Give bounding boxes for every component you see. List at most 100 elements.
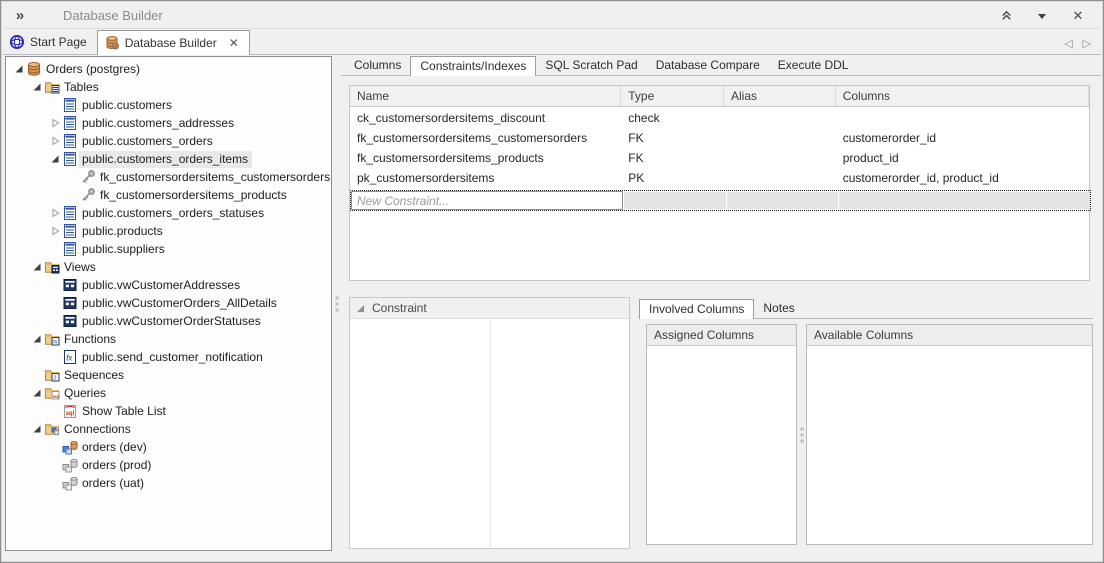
tree-item[interactable]: public.customers_orders [6, 132, 331, 150]
tree-item[interactable]: public.customers_orders_items [6, 150, 331, 168]
tree-spacer [48, 405, 62, 417]
constraint-row[interactable]: ck_customersordersitems_discountcheck [350, 108, 1089, 128]
tree-expanded-arrow-icon[interactable] [30, 423, 44, 435]
tree-expanded-arrow-icon[interactable] [48, 153, 62, 165]
tab-close-icon[interactable]: ✕ [229, 36, 239, 50]
tree-item[interactable]: Tables [6, 78, 331, 96]
tab-columns[interactable]: Columns [345, 56, 410, 75]
view-icon [62, 313, 79, 329]
db-connection-color-icon [62, 439, 79, 455]
tab-label: Database Builder [125, 36, 217, 50]
collapse-chevrons-icon[interactable] [997, 8, 1015, 24]
tree-item-label: public.customers_addresses [79, 115, 238, 132]
constraint-row[interactable]: pk_customersordersitemsPKcustomerorder_i… [350, 168, 1089, 188]
tree-item[interactable]: orders (prod) [6, 456, 331, 474]
tree-item[interactable]: fk_customersordersitems_products [6, 186, 331, 204]
svg-text:fx: fx [53, 340, 58, 346]
tree-item[interactable]: fxFunctions [6, 330, 331, 348]
tree-collapsed-arrow-icon[interactable] [48, 225, 62, 237]
constraint-row[interactable]: fk_customersordersitems_customersordersF… [350, 128, 1089, 148]
tree-item[interactable]: public.vwCustomerAddresses [6, 276, 331, 294]
tab-database-builder[interactable]: Database Builder ✕ [97, 30, 250, 55]
tree-item[interactable]: public.vwCustomerOrders_AllDetails [6, 294, 331, 312]
tree-expanded-arrow-icon[interactable] [30, 333, 44, 345]
tree-spacer [48, 297, 62, 309]
constraint-row[interactable]: fk_customersordersitems_productsFKproduc… [350, 148, 1089, 168]
tab-start-page[interactable]: Start Page [3, 30, 97, 54]
tree-item[interactable]: Connections [6, 420, 331, 438]
new-constraint-row [350, 190, 1091, 211]
tree-expanded-arrow-icon[interactable] [30, 81, 44, 93]
constraint-properties-panel: Constraint [349, 297, 630, 549]
new-constraint-input[interactable] [351, 191, 623, 210]
sql-icon: sql [62, 403, 79, 419]
constraint-cell-name: fk_customersordersitems_customersorders [350, 128, 621, 148]
tab-database-compare[interactable]: Database Compare [647, 56, 769, 75]
constraint-panel-header[interactable]: Constraint [350, 298, 629, 319]
constraint-cell-columns: customerorder_id, product_id [836, 168, 1089, 188]
tree-item[interactable]: public.vwCustomerOrderStatuses [6, 312, 331, 330]
tree-item-label: public.suppliers [79, 241, 169, 258]
tree-item[interactable]: public.customers [6, 96, 331, 114]
tree-expanded-arrow-icon[interactable] [30, 261, 44, 273]
tree-item[interactable]: 2Sequences [6, 366, 331, 384]
tree-item[interactable]: public.customers_orders_statuses [6, 204, 331, 222]
document-tab-bar: Start Page Database Builder ✕ ◁ ▷ [3, 29, 1101, 55]
tab-constraints-indexes[interactable]: Constraints/Indexes [410, 56, 536, 76]
tree-collapsed-arrow-icon[interactable] [48, 117, 62, 129]
tree-spacer [48, 99, 62, 111]
tree-item[interactable]: orders (dev) [6, 438, 331, 456]
table-icon [62, 205, 79, 221]
tab-sql-scratch-pad[interactable]: SQL Scratch Pad [536, 56, 646, 75]
tab-label: Start Page [30, 35, 87, 49]
tree-item[interactable]: Orders (postgres) [6, 60, 331, 78]
panel-expand-icon[interactable]: » [3, 7, 37, 24]
tree-collapsed-arrow-icon[interactable] [48, 207, 62, 219]
tab-execute-ddl[interactable]: Execute DDL [769, 56, 858, 75]
tree-item[interactable]: Views [6, 258, 331, 276]
window-title: Database Builder [63, 8, 163, 23]
tree-collapsed-arrow-icon[interactable] [48, 135, 62, 147]
main-splitter[interactable] [332, 56, 341, 551]
tree-expanded-arrow-icon[interactable] [12, 63, 26, 75]
tree-item[interactable]: public.suppliers [6, 240, 331, 258]
database-object-tree: Orders (postgres) Tablespublic.customers… [5, 56, 332, 551]
columns-splitter[interactable] [797, 324, 806, 545]
menu-dropdown-icon[interactable] [1033, 8, 1051, 24]
tree-spacer [48, 459, 62, 471]
tree-spacer [48, 477, 62, 489]
assigned-columns-header: Assigned Columns [647, 325, 796, 346]
tree-item[interactable]: sqlQueries [6, 384, 331, 402]
tree-item-label: Connections [61, 421, 135, 438]
tree-spacer [66, 189, 80, 201]
assigned-columns-list[interactable]: Assigned Columns [646, 324, 797, 545]
tree-expanded-arrow-icon[interactable] [30, 387, 44, 399]
constraint-cell-alias [724, 148, 836, 168]
new-constraint-cell [839, 192, 1090, 209]
tree-item[interactable]: fk_customersordersitems_customersorders [6, 168, 331, 186]
svg-text:2: 2 [53, 376, 56, 382]
constraint-cell-name: pk_customersordersitems [350, 168, 621, 188]
tree-item[interactable]: public.products [6, 222, 331, 240]
constraint-panel-title: Constraint [372, 301, 427, 315]
fx-icon: fx [62, 349, 79, 365]
detail-tab-bar: Involved ColumnsNotes [639, 299, 1093, 319]
available-columns-list[interactable]: Available Columns [806, 324, 1093, 545]
folder-conn-icon [44, 421, 61, 437]
tree-item[interactable]: public.customers_addresses [6, 114, 331, 132]
tree-item-label: public.customers_orders_items [79, 151, 252, 168]
constraint-cell-alias [724, 168, 836, 188]
tab-notes[interactable]: Notes [754, 299, 803, 318]
tree-item[interactable]: sqlShow Table List [6, 402, 331, 420]
database-icon [26, 61, 43, 77]
tab-scroll-right-icon[interactable]: ▷ [1083, 37, 1091, 50]
tree-item-label: public.customers_orders [79, 133, 217, 150]
constraint-cell-name: ck_customersordersitems_discount [350, 108, 621, 128]
tree-spacer [48, 441, 62, 453]
tab-involved-columns[interactable]: Involved Columns [639, 299, 754, 319]
table-icon [62, 115, 79, 131]
tab-scroll-left-icon[interactable]: ◁ [1064, 37, 1072, 50]
tree-item[interactable]: fxpublic.send_customer_notification [6, 348, 331, 366]
close-icon[interactable]: ✕ [1069, 8, 1087, 24]
tree-item[interactable]: orders (uat) [6, 474, 331, 492]
